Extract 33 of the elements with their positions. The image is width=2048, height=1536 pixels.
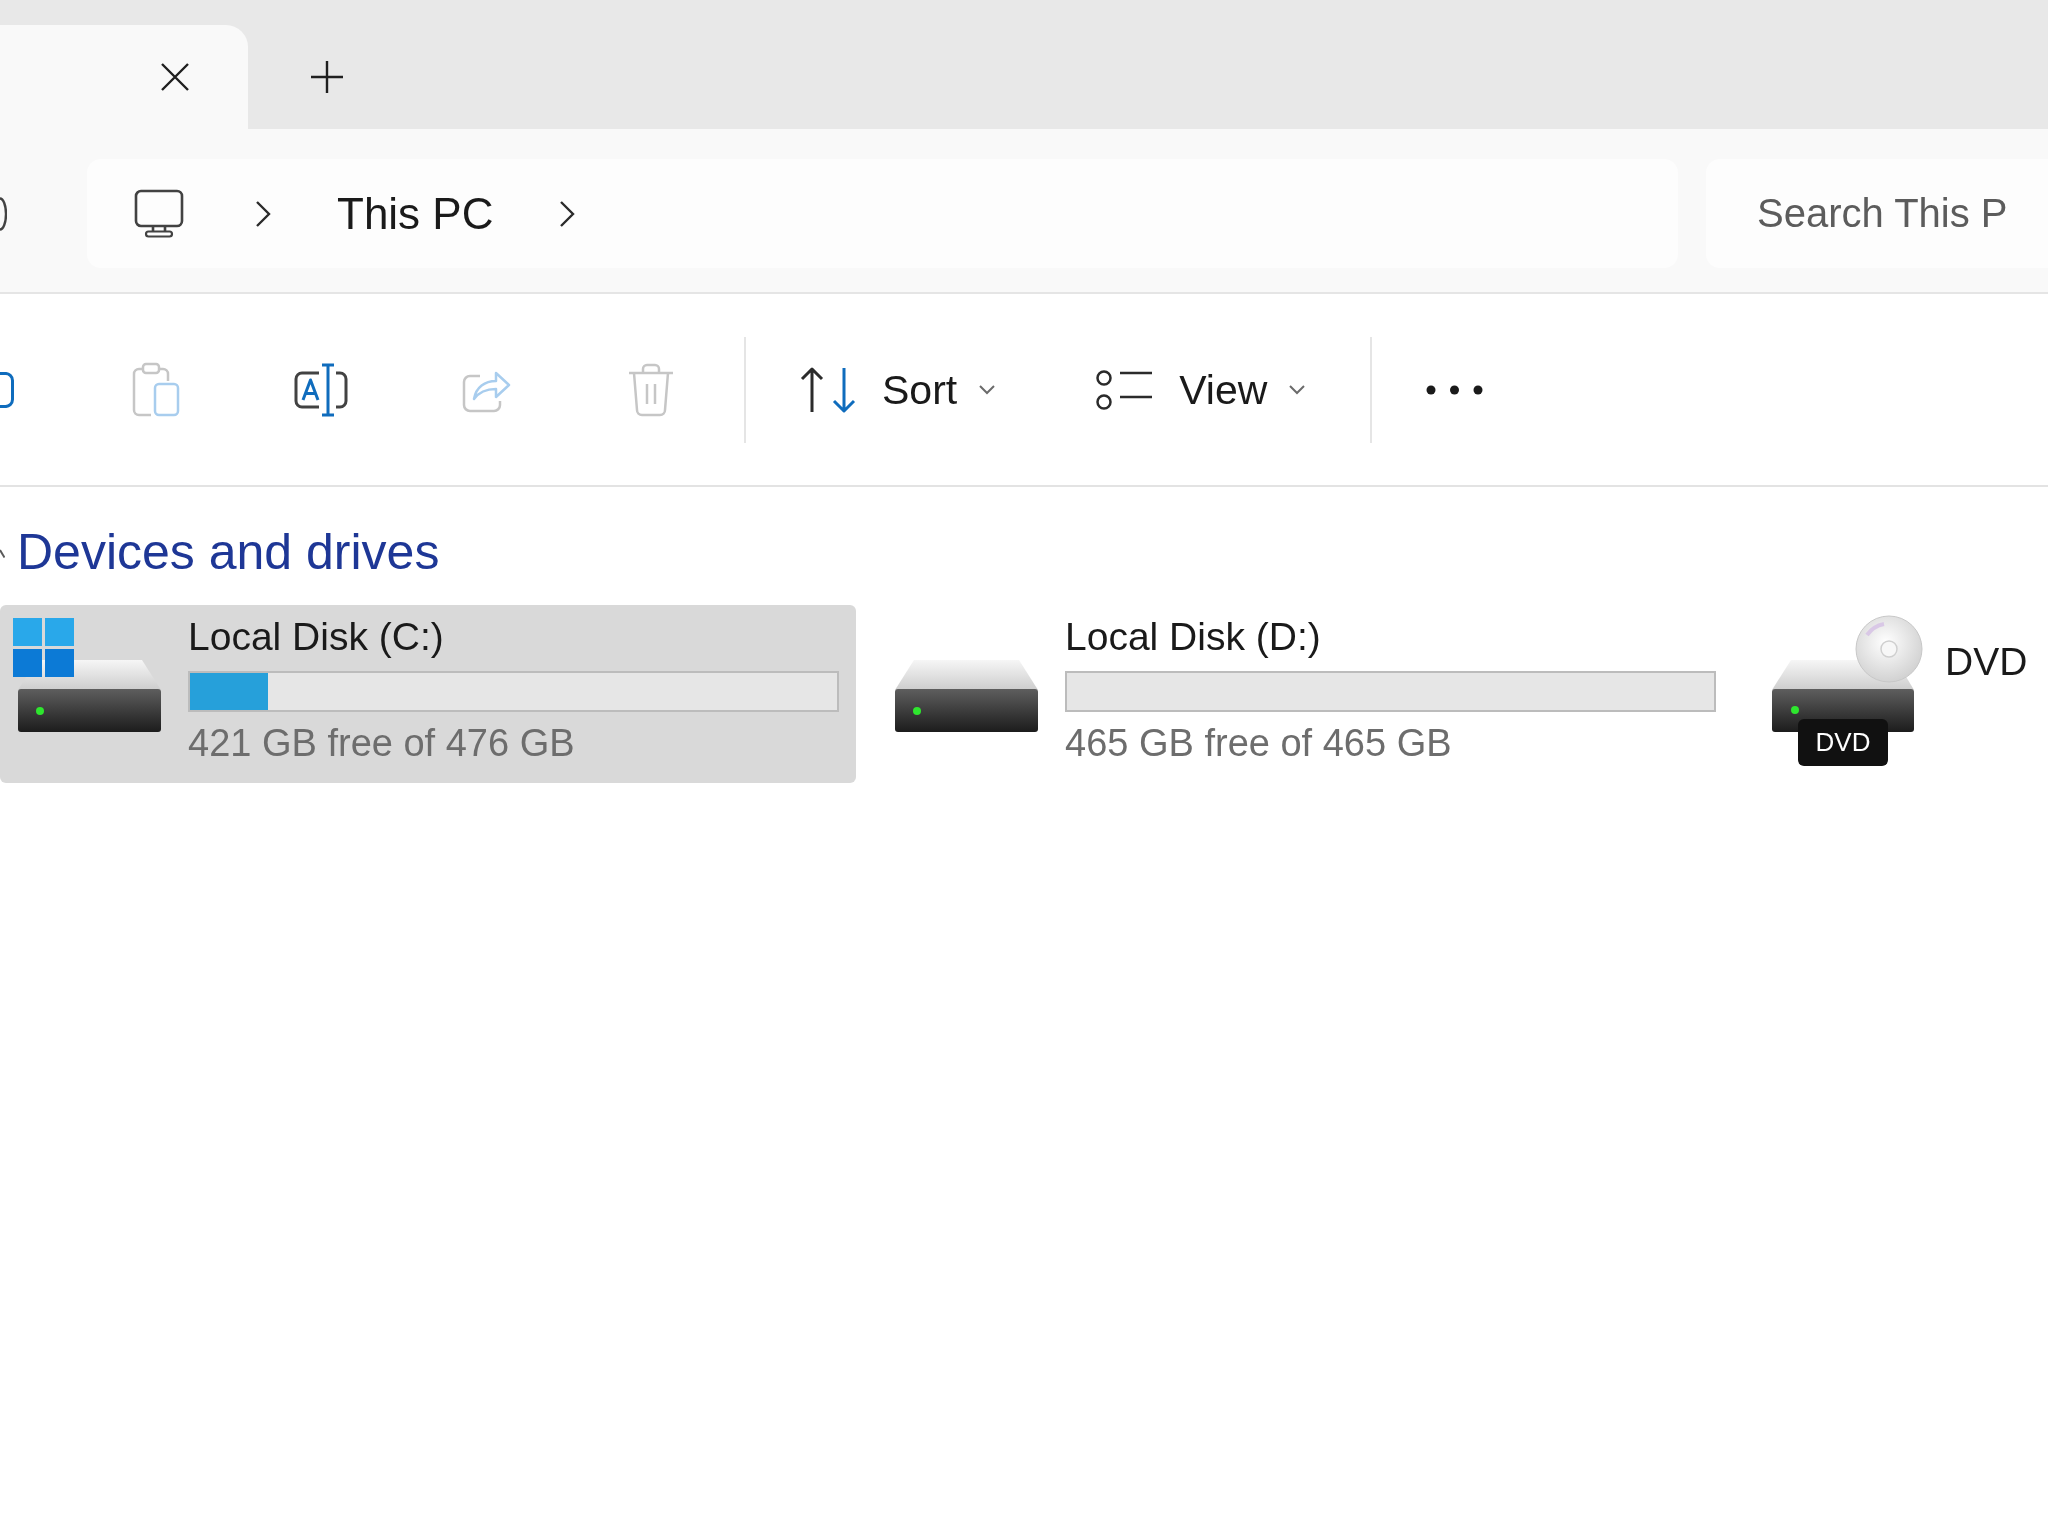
copy-icon	[0, 371, 14, 408]
drive-name: DVD	[1945, 639, 2028, 685]
free-space-text: 421 GB free of 476 GB	[188, 721, 576, 766]
address-bar[interactable]: This PC	[87, 159, 1678, 268]
breadcrumb-item[interactable]: This PC	[337, 187, 494, 240]
drive-type-badge: DVD	[1798, 719, 1888, 766]
trash-icon	[626, 361, 676, 418]
sort-arrows-icon	[800, 365, 856, 414]
search-field[interactable]: Search This P	[1706, 159, 2048, 268]
dvd-drive-icon	[1772, 615, 1923, 732]
drive-name: Local Disk (D:)	[1065, 614, 1322, 660]
more-icon	[1426, 384, 1484, 395]
chevron-right-icon[interactable]	[559, 199, 576, 228]
plus-icon	[310, 60, 344, 94]
refresh-icon[interactable]	[0, 196, 7, 231]
section-header[interactable]: Devices and drives	[17, 522, 440, 582]
drive-tile[interactable]: Local Disk (C:) 421 GB free of 476 GB	[0, 605, 856, 783]
close-icon	[160, 62, 190, 92]
view-menu-button[interactable]: View	[1068, 334, 1334, 445]
monitor-icon	[134, 189, 184, 238]
drive-tile[interactable]: DVD DVD	[1754, 605, 2048, 783]
chevron-right-icon[interactable]	[255, 199, 271, 228]
free-space-text: 465 GB free of 465 GB	[1065, 721, 1453, 766]
hard-drive-icon	[13, 618, 161, 734]
list-view-icon	[1096, 367, 1154, 412]
rename-icon	[292, 361, 350, 418]
chevron-down-icon[interactable]	[0, 549, 5, 559]
chevron-down-icon	[1289, 384, 1306, 395]
clipboard-icon	[131, 361, 181, 418]
drive-tile[interactable]: Local Disk (D:) 465 GB free of 465 GB	[877, 605, 1733, 783]
drive-name: Local Disk (C:)	[188, 614, 445, 660]
chevron-down-icon	[979, 384, 996, 395]
sort-menu-button[interactable]: Sort	[772, 334, 1024, 445]
